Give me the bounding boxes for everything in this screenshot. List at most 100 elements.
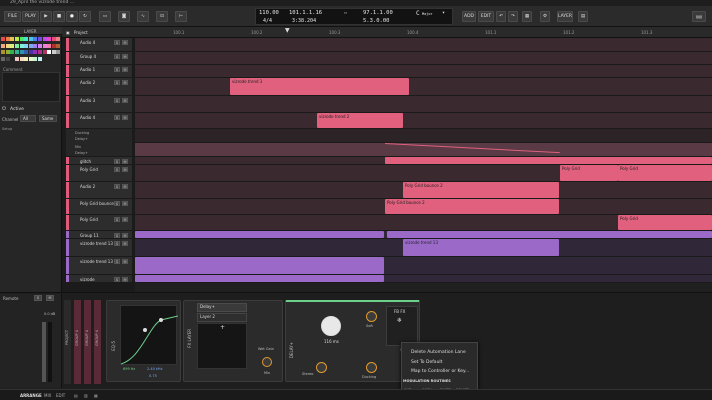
edit-button[interactable]: EDIT bbox=[478, 11, 494, 22]
solo-button[interactable]: S bbox=[114, 184, 120, 189]
volume-fader[interactable] bbox=[48, 322, 52, 382]
color-swatch[interactable] bbox=[5, 50, 10, 55]
view-icon[interactable]: ▦ bbox=[522, 11, 532, 22]
track-header[interactable]: Audio 1 SM bbox=[66, 65, 132, 78]
arrange-tab[interactable]: ARRANGE bbox=[20, 393, 42, 398]
color-swatch[interactable] bbox=[38, 37, 43, 42]
color-swatch[interactable] bbox=[19, 37, 24, 42]
eq5-device[interactable]: EQ-5 699 Hz 2.40 kHz 0.75 bbox=[106, 300, 181, 382]
color-swatch[interactable] bbox=[24, 50, 29, 55]
mute-button[interactable]: M bbox=[122, 201, 128, 206]
audio-clip[interactable]: vizrode trend 2 bbox=[317, 113, 403, 128]
soft-knob[interactable] bbox=[366, 311, 377, 322]
track-header[interactable]: Audio 3 SM bbox=[66, 96, 132, 113]
color-swatch[interactable] bbox=[38, 43, 43, 48]
color-swatch[interactable] bbox=[24, 43, 29, 48]
lane-vizrode[interactable] bbox=[135, 275, 712, 283]
mix-knob[interactable] bbox=[262, 357, 272, 367]
color-swatch[interactable] bbox=[42, 43, 47, 48]
mute-button[interactable]: M bbox=[122, 98, 128, 103]
track-name[interactable]: vizrode trend 13 bbox=[80, 241, 113, 246]
color-swatch[interactable] bbox=[24, 57, 29, 62]
automation-param-label[interactable]: Ducking bbox=[75, 131, 89, 135]
layer-list[interactable]: + bbox=[197, 323, 247, 369]
lane-poly-grid-bounce[interactable]: Poly Grid bounce 2 bbox=[135, 199, 712, 215]
track-name[interactable]: Audio 2 bbox=[80, 80, 95, 85]
lane-audio-4b[interactable]: vizrode trend 2 bbox=[135, 113, 712, 129]
solo-button[interactable]: S bbox=[114, 277, 120, 282]
audio-clip[interactable] bbox=[135, 257, 384, 274]
color-swatch[interactable] bbox=[15, 43, 20, 48]
file-button[interactable]: FILE bbox=[4, 11, 21, 22]
track-name[interactable]: Audio 2 bbox=[80, 184, 95, 189]
mute-button[interactable]: M bbox=[122, 167, 128, 172]
automation-param-label[interactable]: Delay+ bbox=[75, 137, 88, 141]
eq-graph[interactable] bbox=[120, 305, 179, 365]
color-swatch[interactable] bbox=[33, 43, 38, 48]
color-swatch[interactable] bbox=[24, 37, 29, 42]
ducking-knob[interactable] bbox=[366, 362, 377, 373]
eq-value[interactable]: 2.40 kHz bbox=[147, 367, 162, 371]
stop-icon[interactable]: ■ bbox=[53, 11, 65, 22]
track-header[interactable]: vizrode S M bbox=[66, 275, 132, 283]
color-swatch[interactable] bbox=[1, 43, 6, 48]
solo-button[interactable]: S bbox=[114, 259, 120, 264]
color-swatch[interactable] bbox=[15, 37, 20, 42]
color-swatch[interactable] bbox=[56, 50, 61, 55]
color-swatch[interactable] bbox=[1, 37, 6, 42]
edit-tab[interactable]: EDIT bbox=[56, 393, 65, 398]
punch-icon[interactable]: ⊢ bbox=[175, 11, 187, 22]
timeline-ruler[interactable]: 100.1 100.2 100.3 100.4 101.1 101.2 101.… bbox=[135, 27, 712, 38]
lane-vizrode-13b[interactable] bbox=[135, 257, 712, 275]
track-name[interactable]: Group 11 bbox=[80, 233, 99, 238]
follow-icon[interactable]: ▭ bbox=[344, 10, 347, 16]
delay-time-knob[interactable] bbox=[321, 316, 341, 336]
dashboard-icon[interactable]: ▤ bbox=[578, 11, 588, 22]
group-clip[interactable] bbox=[135, 231, 384, 238]
track-name[interactable]: vizrode trend 13 bbox=[80, 259, 113, 264]
solo-button[interactable]: S bbox=[114, 67, 120, 72]
lane-audio-2[interactable]: vizrode trend 3 bbox=[135, 78, 712, 96]
automation-lane-mix[interactable] bbox=[135, 143, 712, 157]
track-header[interactable]: Poly Grid S M bbox=[66, 165, 132, 182]
track-header[interactable]: vizrode trend 13 S M bbox=[66, 257, 132, 275]
add-layer-icon[interactable]: + bbox=[220, 324, 225, 331]
key-root[interactable]: C bbox=[416, 10, 420, 17]
automation-lane-ducking[interactable] bbox=[135, 129, 712, 143]
track-header[interactable]: Audio 2 SM bbox=[66, 182, 132, 199]
channel-strip[interactable]: GROUP 4 bbox=[84, 300, 91, 384]
color-swatch[interactable] bbox=[15, 57, 20, 62]
mix-tab[interactable]: MIX bbox=[44, 393, 51, 398]
channel-strip[interactable]: GROUP 4 bbox=[74, 300, 81, 384]
add-button[interactable]: ADD bbox=[462, 11, 476, 22]
track-header[interactable]: Group 4 SM bbox=[66, 52, 132, 65]
color-swatch[interactable] bbox=[33, 57, 38, 62]
delay-time-value[interactable]: 116 ms bbox=[324, 339, 339, 344]
audio-clip[interactable]: vizrode trend 13 bbox=[403, 239, 559, 256]
layer-button[interactable]: LAYER bbox=[557, 11, 573, 22]
mute-button[interactable]: M bbox=[122, 277, 128, 282]
comment-field[interactable] bbox=[2, 72, 60, 102]
audio-clip[interactable]: Poly Grid bounce 2 bbox=[403, 182, 559, 198]
undo-icon[interactable]: ↶ bbox=[496, 11, 506, 22]
color-swatch[interactable] bbox=[38, 50, 43, 55]
color-swatch[interactable] bbox=[51, 43, 56, 48]
solo-button[interactable]: S bbox=[114, 233, 120, 238]
panel-icon[interactable]: ▤ bbox=[74, 393, 78, 398]
track-name[interactable]: Audio 1 bbox=[80, 67, 95, 72]
menu-item-set-default[interactable]: Set To Default bbox=[411, 360, 442, 365]
color-swatch[interactable] bbox=[51, 37, 56, 42]
fx-layer-device[interactable]: FX LAYER Delay+ Layer 2 + Wet Gain Mix bbox=[183, 300, 283, 382]
color-swatch[interactable] bbox=[10, 37, 15, 42]
track-name[interactable]: Audio 3 bbox=[80, 98, 95, 103]
eq-value[interactable]: 0.75 bbox=[149, 374, 157, 378]
mute-button[interactable]: M bbox=[122, 54, 128, 59]
loop-length[interactable]: 5.3.0.00 bbox=[363, 18, 390, 24]
track-name[interactable]: Group 4 bbox=[80, 54, 96, 59]
lane-glitch[interactable] bbox=[135, 157, 712, 165]
color-swatch[interactable] bbox=[1, 50, 6, 55]
channel-select[interactable]: All bbox=[20, 115, 36, 122]
stereo-knob[interactable] bbox=[316, 362, 327, 373]
menu-item-delete-lane[interactable]: Delete Automation Lane bbox=[411, 350, 466, 355]
mute-button[interactable]: M bbox=[46, 295, 54, 301]
